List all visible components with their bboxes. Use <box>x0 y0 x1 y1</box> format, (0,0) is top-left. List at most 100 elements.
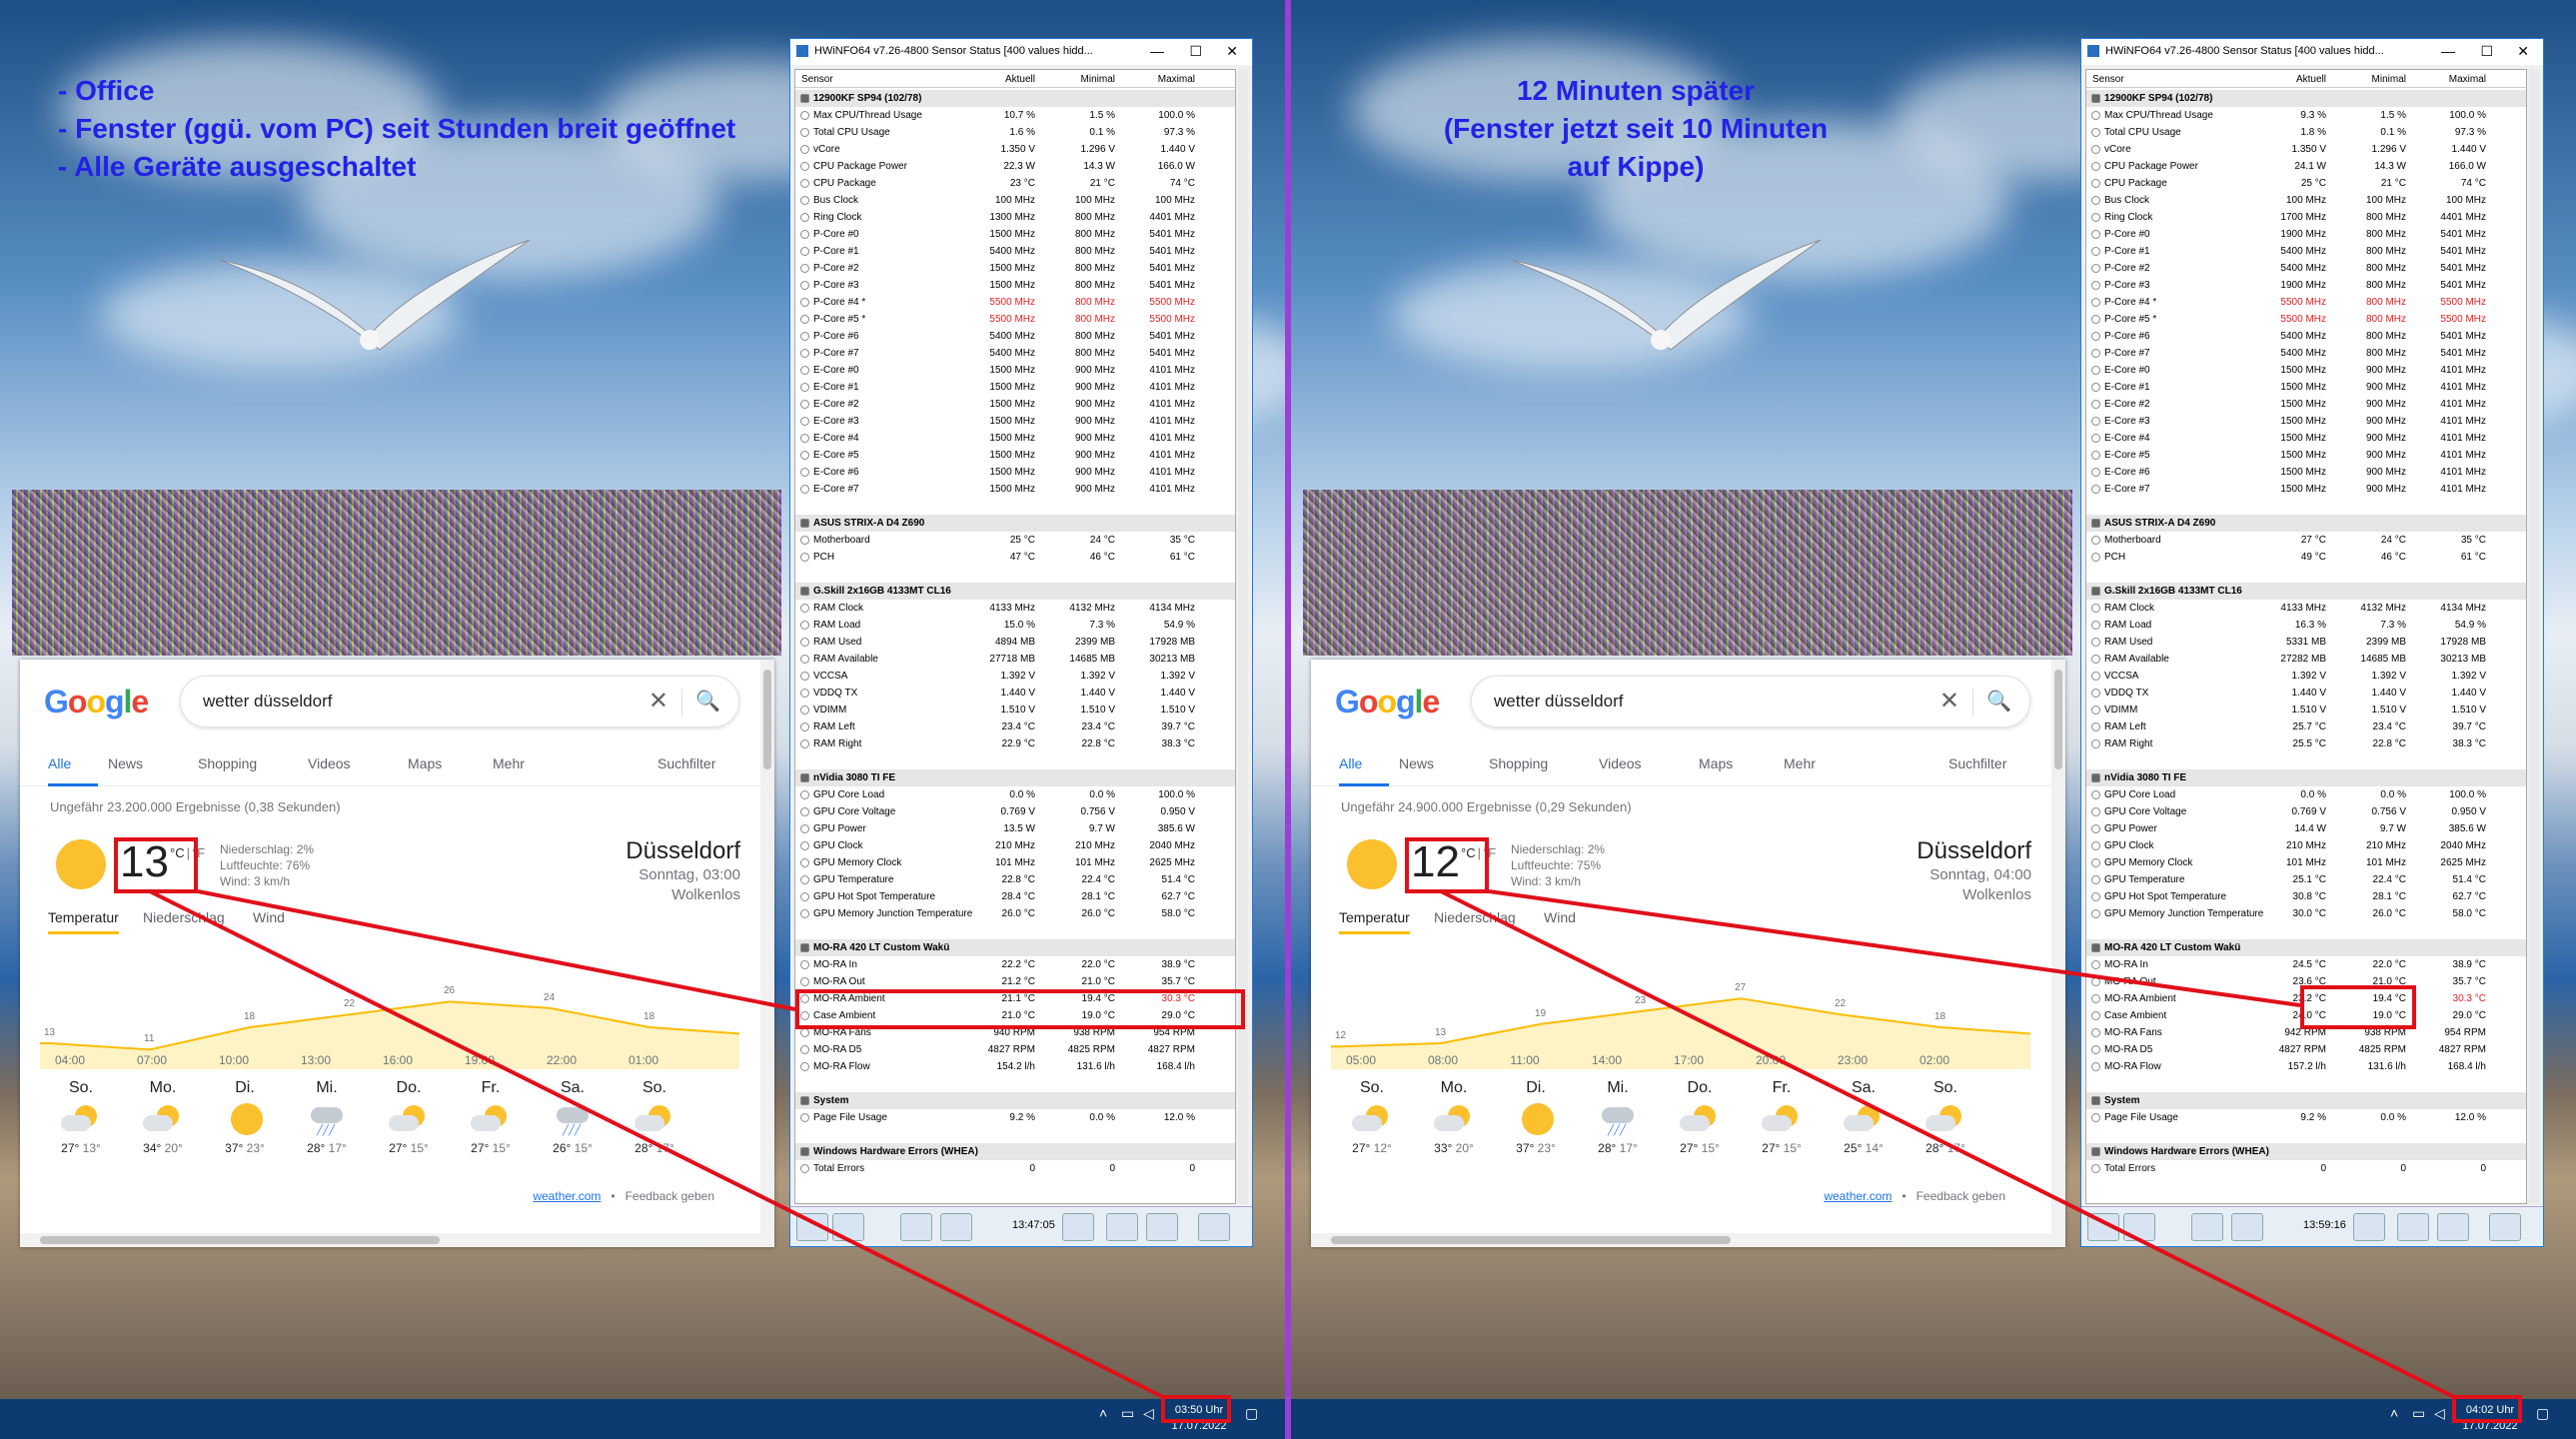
scroll-thumb[interactable] <box>40 1236 440 1244</box>
table-row[interactable]: GPU Power 14.4 W 9.7 W 385.6 W <box>2086 820 2526 837</box>
table-row[interactable]: P-Core #7 5400 MHz 800 MHz 5401 MHz <box>2086 345 2526 362</box>
table-row[interactable]: MO-RA Flow 154.2 l/h 131.6 l/h 168.4 l/h <box>795 1058 1235 1075</box>
sensor-group[interactable]: ASUS STRIX-A D4 Z690 <box>795 515 1235 532</box>
weather-tab[interactable]: Wind <box>1544 909 1576 925</box>
table-row[interactable]: P-Core #4 * 5500 MHz 800 MHz 5500 MHz <box>2086 294 2526 311</box>
table-row[interactable]: MO-RA Flow 157.2 l/h 131.6 l/h 168.4 l/h <box>2086 1058 2526 1075</box>
table-row[interactable]: Bus Clock 100 MHz 100 MHz 100 MHz <box>2086 192 2526 209</box>
table-row[interactable]: E-Core #3 1500 MHz 900 MHz 4101 MHz <box>795 413 1235 430</box>
sensor-group[interactable]: System <box>795 1092 1235 1109</box>
search-tools[interactable]: Suchfilter <box>657 755 715 771</box>
table-row[interactable]: E-Core #4 1500 MHz 900 MHz 4101 MHz <box>2086 430 2526 447</box>
sensor-group[interactable]: nVidia 3080 TI FE <box>795 769 1235 786</box>
column-header[interactable]: Maximal <box>1135 74 1195 85</box>
nav-forward-icon[interactable] <box>832 1213 864 1241</box>
table-row[interactable]: GPU Temperature 25.1 °C 22.4 °C 51.4 °C <box>2086 871 2526 888</box>
table-row[interactable]: P-Core #6 5400 MHz 800 MHz 5401 MHz <box>795 328 1235 345</box>
forecast-day[interactable]: So. 28° 17° <box>614 1079 695 1155</box>
table-row[interactable]: P-Core #4 * 5500 MHz 800 MHz 5500 MHz <box>795 294 1235 311</box>
scroll-thumb[interactable] <box>2054 670 2062 769</box>
table-row[interactable]: RAM Available 27718 MB 14685 MB 30213 MB <box>795 651 1235 668</box>
table-row[interactable]: Total Errors 0 0 0 <box>2086 1160 2526 1177</box>
forecast-day[interactable]: So. 27° 12° <box>1331 1079 1413 1155</box>
table-row[interactable]: PCH 47 °C 46 °C 61 °C <box>795 549 1235 566</box>
table-row[interactable]: PCH 49 °C 46 °C 61 °C <box>2086 549 2526 566</box>
sensor-group[interactable]: MO-RA 420 LT Custom Wakü <box>795 939 1235 956</box>
table-row[interactable]: RAM Available 27282 MB 14685 MB 30213 MB <box>2086 651 2526 668</box>
forecast-day[interactable]: So. 27° 13° <box>40 1079 122 1155</box>
table-row[interactable]: P-Core #1 5400 MHz 800 MHz 5401 MHz <box>2086 243 2526 260</box>
search-icon[interactable]: 🔍 <box>695 689 720 714</box>
column-header[interactable]: Aktuell <box>975 74 1035 85</box>
sensor-report-icon[interactable] <box>900 1213 932 1241</box>
volume-icon[interactable]: ◁ <box>2434 1405 2445 1422</box>
minimize-icon[interactable]: — <box>2441 43 2455 59</box>
table-row[interactable]: VCCSA 1.392 V 1.392 V 1.392 V <box>2086 668 2526 685</box>
table-scrollbar[interactable] <box>1238 69 1248 1204</box>
nav-back-icon[interactable] <box>796 1213 828 1241</box>
search-tab[interactable]: News <box>1399 755 1434 771</box>
clear-icon[interactable]: ✕ <box>1939 687 1959 716</box>
table-row[interactable]: GPU Core Voltage 0.769 V 0.756 V 0.950 V <box>795 803 1235 820</box>
table-row[interactable]: MO-RA In 22.2 °C 22.0 °C 38.9 °C <box>795 956 1235 973</box>
table-row[interactable]: GPU Hot Spot Temperature 28.4 °C 28.1 °C 62… <box>795 888 1235 905</box>
table-row[interactable]: E-Core #2 1500 MHz 900 MHz 4101 MHz <box>2086 396 2526 413</box>
forecast-day[interactable]: Mo. 34° 20° <box>122 1079 204 1155</box>
column-header[interactable]: Maximal <box>2426 74 2486 85</box>
table-row[interactable]: Max CPU/Thread Usage 10.7 % 1.5 % 100.0 % <box>795 107 1235 124</box>
settings-icon[interactable] <box>1146 1213 1178 1241</box>
column-header[interactable]: Sensor <box>2092 74 2124 85</box>
table-row[interactable]: P-Core #0 1900 MHz 800 MHz 5401 MHz <box>2086 226 2526 243</box>
table-row[interactable]: P-Core #2 1500 MHz 800 MHz 5401 MHz <box>795 260 1235 277</box>
network-icon[interactable] <box>2231 1213 2263 1241</box>
table-row[interactable]: Ring Clock 1700 MHz 800 MHz 4401 MHz <box>2086 209 2526 226</box>
sensor-group[interactable]: nVidia 3080 TI FE <box>2086 769 2526 786</box>
sensor-group[interactable]: G.Skill 2x16GB 4133MT CL16 <box>2086 583 2526 600</box>
column-header[interactable]: Minimal <box>1055 74 1115 85</box>
close-icon[interactable]: ✕ <box>2517 43 2529 60</box>
forecast-day[interactable]: Mo. 33° 20° <box>1413 1079 1495 1155</box>
table-row[interactable]: GPU Core Load 0.0 % 0.0 % 100.0 % <box>795 786 1235 803</box>
table-row[interactable]: GPU Memory Clock 101 MHz 101 MHz 2625 MHz <box>795 854 1235 871</box>
table-row[interactable]: P-Core #5 * 5500 MHz 800 MHz 5500 MHz <box>2086 311 2526 328</box>
close-icon[interactable] <box>2489 1213 2521 1241</box>
forecast-day[interactable]: Sa. ╱╱╱ 26° 15° <box>532 1079 614 1155</box>
table-row[interactable]: E-Core #1 1500 MHz 900 MHz 4101 MHz <box>795 379 1235 396</box>
maximize-icon[interactable]: ☐ <box>2480 43 2493 60</box>
table-row[interactable]: VDIMM 1.510 V 1.510 V 1.510 V <box>795 702 1235 719</box>
column-header[interactable]: Aktuell <box>2266 74 2326 85</box>
table-row[interactable]: VDDQ TX 1.440 V 1.440 V 1.440 V <box>795 685 1235 702</box>
table-row[interactable]: E-Core #7 1500 MHz 900 MHz 4101 MHz <box>795 481 1235 498</box>
sensor-group[interactable]: MO-RA 420 LT Custom Wakü <box>2086 939 2526 956</box>
add-icon[interactable] <box>2397 1213 2429 1241</box>
horizontal-scrollbar[interactable] <box>20 1233 774 1247</box>
table-row[interactable]: E-Core #4 1500 MHz 900 MHz 4101 MHz <box>795 430 1235 447</box>
nav-back-icon[interactable] <box>2087 1213 2119 1241</box>
table-row[interactable]: RAM Load 15.0 % 7.3 % 54.9 % <box>795 617 1235 634</box>
table-row[interactable]: RAM Used 5331 MB 2399 MB 17928 MB <box>2086 634 2526 651</box>
sensor-report-icon[interactable] <box>2191 1213 2223 1241</box>
table-row[interactable]: GPU Memory Junction Temperature 26.0 °C 26… <box>795 905 1235 922</box>
weather-tab[interactable]: Niederschlag <box>143 909 225 925</box>
table-row[interactable]: E-Core #2 1500 MHz 900 MHz 4101 MHz <box>795 396 1235 413</box>
table-row[interactable]: Motherboard 27 °C 24 °C 35 °C <box>2086 532 2526 549</box>
table-row[interactable]: P-Core #3 1900 MHz 800 MHz 5401 MHz <box>2086 277 2526 294</box>
table-row[interactable]: GPU Memory Clock 101 MHz 101 MHz 2625 MHz <box>2086 854 2526 871</box>
table-row[interactable]: CPU Package 25 °C 21 °C 74 °C <box>2086 175 2526 192</box>
clock-icon[interactable] <box>2353 1213 2385 1241</box>
table-row[interactable]: P-Core #0 1500 MHz 800 MHz 5401 MHz <box>795 226 1235 243</box>
search-input[interactable]: wetter düsseldorf <box>1494 692 1623 712</box>
scroll-thumb[interactable] <box>1331 1236 1731 1244</box>
table-row[interactable]: RAM Right 22.9 °C 22.8 °C 38.3 °C <box>795 735 1235 752</box>
clock-icon[interactable] <box>1062 1213 1094 1241</box>
notification-icon[interactable]: ▢ <box>1245 1405 1258 1422</box>
forecast-day[interactable]: Fr. 27° 15° <box>450 1079 532 1155</box>
table-row[interactable]: P-Core #1 5400 MHz 800 MHz 5401 MHz <box>795 243 1235 260</box>
vertical-scrollbar[interactable] <box>2051 660 2065 1233</box>
table-row[interactable]: E-Core #5 1500 MHz 900 MHz 4101 MHz <box>2086 447 2526 464</box>
sensor-group[interactable]: 12900KF SP94 (102/78) <box>795 90 1235 107</box>
table-row[interactable]: E-Core #7 1500 MHz 900 MHz 4101 MHz <box>2086 481 2526 498</box>
search-tab[interactable]: Mehr <box>493 755 525 771</box>
search-tab[interactable]: Shopping <box>198 755 257 771</box>
sensor-group[interactable]: G.Skill 2x16GB 4133MT CL16 <box>795 583 1235 600</box>
